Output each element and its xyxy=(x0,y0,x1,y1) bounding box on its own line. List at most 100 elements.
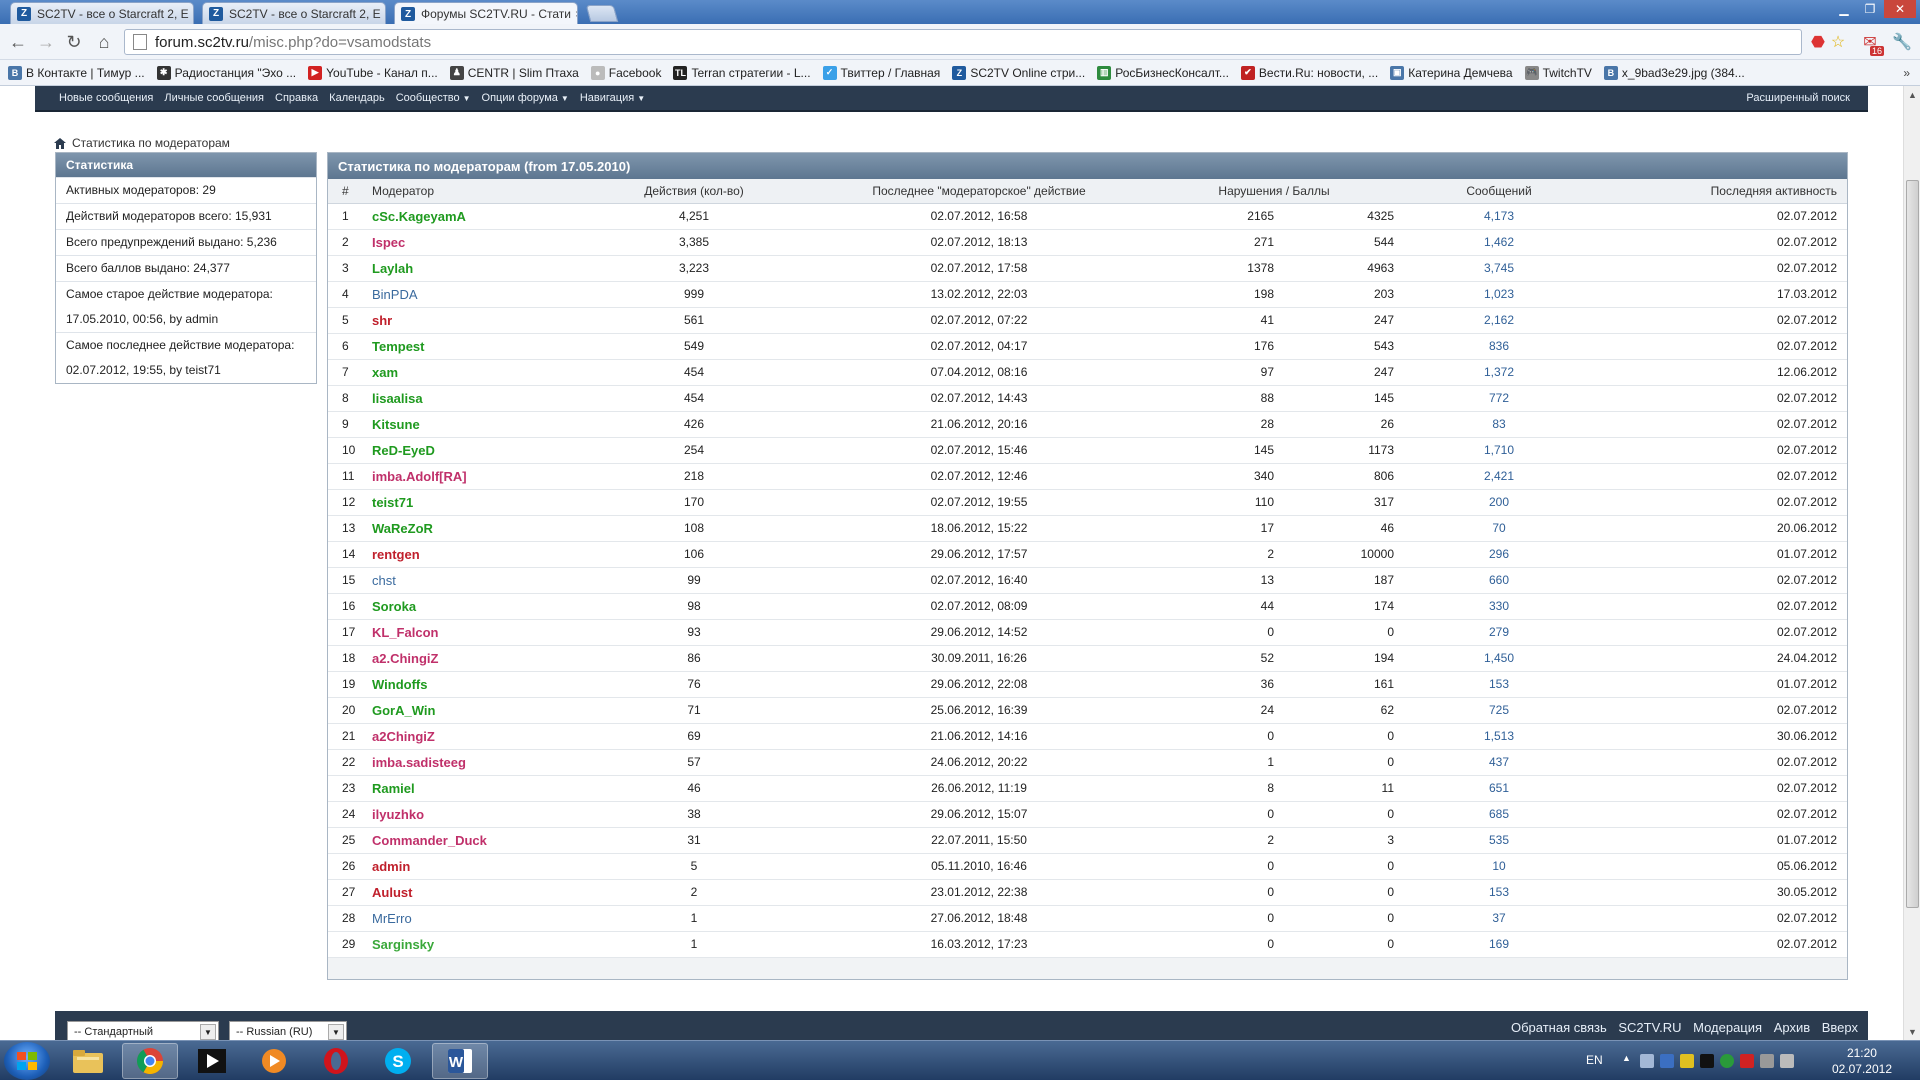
bookmark-item[interactable]: ● Facebook xyxy=(590,65,661,80)
posts-count[interactable]: 4,173 xyxy=(1484,209,1514,223)
bookmark-item[interactable]: ▶ YouTube - Канал п... xyxy=(308,65,438,80)
start-button[interactable] xyxy=(4,1042,50,1080)
bookmark-star-icon[interactable]: ☆ xyxy=(1828,32,1848,52)
bookmarks-more-icon[interactable]: » xyxy=(1903,66,1910,80)
tab-close-icon[interactable]: × xyxy=(571,7,577,21)
footer-link-top[interactable]: Вверх xyxy=(1822,1020,1858,1035)
posts-count[interactable]: 83 xyxy=(1492,417,1505,431)
moderator-name[interactable]: Ispec xyxy=(372,235,405,250)
footer-link-moderation[interactable]: Модерация xyxy=(1693,1020,1762,1035)
bookmark-item[interactable]: ▣ Катерина Демчева xyxy=(1390,65,1513,80)
tab-close-icon[interactable]: × xyxy=(381,7,386,21)
scrollbar-thumb[interactable] xyxy=(1906,180,1919,908)
posts-count[interactable]: 2,162 xyxy=(1484,313,1514,327)
posts-count[interactable]: 169 xyxy=(1489,937,1509,951)
nav-item[interactable]: Справка xyxy=(275,92,318,104)
moderator-name[interactable]: a2.ChingiZ xyxy=(372,651,438,666)
home-icon[interactable] xyxy=(54,137,66,149)
word-icon[interactable]: W xyxy=(432,1043,488,1079)
moderator-name[interactable]: Tempest xyxy=(372,339,425,354)
moderator-name[interactable]: Soroka xyxy=(372,599,416,614)
bookmark-item[interactable]: ✓ Твиттер / Главная xyxy=(822,65,940,80)
skype-icon[interactable]: S xyxy=(370,1043,426,1079)
posts-count[interactable]: 725 xyxy=(1489,703,1509,717)
posts-count[interactable]: 437 xyxy=(1489,755,1509,769)
scroll-down-icon[interactable]: ▼ xyxy=(1904,1023,1920,1040)
posts-count[interactable]: 200 xyxy=(1489,495,1509,509)
moderator-name[interactable]: admin xyxy=(372,859,410,874)
input-language[interactable]: EN xyxy=(1586,1053,1603,1067)
moderator-name[interactable]: Ramiel xyxy=(372,781,415,796)
moderator-name[interactable]: ilyuzhko xyxy=(372,807,424,822)
moderator-name[interactable]: WaReZoR xyxy=(372,521,433,536)
bookmark-item[interactable]: TL Terran стратегии - L... xyxy=(673,65,811,80)
status-tray-icon[interactable] xyxy=(1720,1054,1734,1068)
moderator-name[interactable]: MrErro xyxy=(372,911,412,926)
posts-count[interactable]: 1,450 xyxy=(1484,651,1514,665)
address-bar[interactable]: forum.sc2tv.ru/misc.php?do=vsamodstats xyxy=(124,29,1802,55)
explorer-icon[interactable] xyxy=(60,1043,116,1079)
moderator-name[interactable]: shr xyxy=(372,313,392,328)
bookmark-item[interactable]: ♟ CENTR | Slim Птаха xyxy=(449,65,579,80)
moderator-name[interactable]: teist71 xyxy=(372,495,413,510)
bookmark-item[interactable]: ✔ Вести.Ru: новости, ... xyxy=(1240,65,1378,80)
nav-item[interactable]: Сообщество ▼ xyxy=(396,92,471,104)
game-tray-icon[interactable] xyxy=(1700,1054,1714,1068)
restore-icon[interactable]: ❐ xyxy=(1858,0,1882,18)
style-select[interactable]: -- Стандартный ▼ xyxy=(67,1021,219,1040)
moderator-name[interactable]: imba.sadisteeg xyxy=(372,755,466,770)
moderator-name[interactable]: Sarginsky xyxy=(372,937,434,952)
posts-count[interactable]: 1,023 xyxy=(1484,287,1514,301)
language-select[interactable]: -- Russian (RU) ▼ xyxy=(229,1021,347,1040)
footer-link-feedback[interactable]: Обратная связь xyxy=(1511,1020,1607,1035)
volume-icon[interactable] xyxy=(1780,1054,1794,1068)
posts-count[interactable]: 1,513 xyxy=(1484,729,1514,743)
scroll-up-icon[interactable]: ▲ xyxy=(1904,86,1920,103)
nav-item[interactable]: Навигация ▼ xyxy=(580,92,645,104)
close-window-icon[interactable]: ✕ xyxy=(1884,0,1916,18)
posts-count[interactable]: 535 xyxy=(1489,833,1509,847)
bookmark-item[interactable]: В В Контакте | Тимур ... xyxy=(8,65,145,80)
posts-count[interactable]: 153 xyxy=(1489,677,1509,691)
posts-count[interactable]: 772 xyxy=(1489,391,1509,405)
moderator-name[interactable]: xam xyxy=(372,365,398,380)
moderator-name[interactable]: a2ChingiZ xyxy=(372,729,435,744)
posts-count[interactable]: 1,710 xyxy=(1484,443,1514,457)
browser-tab[interactable]: Z SC2TV - все о Starcraft 2, E × xyxy=(10,2,194,24)
footer-link-site[interactable]: SC2TV.RU xyxy=(1618,1020,1681,1035)
moderator-name[interactable]: Kitsune xyxy=(372,417,420,432)
adblock-icon[interactable]: ⬣ xyxy=(1808,32,1828,52)
language-flag-icon[interactable] xyxy=(1660,1054,1674,1068)
moderator-name[interactable]: Windoffs xyxy=(372,677,427,692)
tab-close-icon[interactable]: × xyxy=(189,7,194,21)
utility-tray-icon[interactable] xyxy=(1680,1054,1694,1068)
nav-item[interactable]: Новые сообщения xyxy=(59,92,153,104)
home-icon[interactable]: ⌂ xyxy=(92,30,116,54)
moderator-name[interactable]: BinPDA xyxy=(372,287,418,302)
moderator-name[interactable]: Laylah xyxy=(372,261,413,276)
page-scrollbar[interactable]: ▲ ▼ xyxy=(1903,86,1920,1040)
posts-count[interactable]: 3,745 xyxy=(1484,261,1514,275)
nav-item[interactable]: Календарь xyxy=(329,92,385,104)
bookmark-item[interactable]: ✱ Радиостанция "Эхо ... xyxy=(156,65,296,80)
moderator-name[interactable]: chst xyxy=(372,573,396,588)
clock[interactable]: 21:20 02.07.2012 xyxy=(1832,1045,1892,1077)
bookmark-item[interactable]: 🎮 TwitchTV xyxy=(1524,65,1592,80)
posts-count[interactable]: 330 xyxy=(1489,599,1509,613)
moderator-name[interactable]: Commander_Duck xyxy=(372,833,487,848)
opera-icon[interactable] xyxy=(308,1043,364,1079)
forward-arrow-icon[interactable]: → xyxy=(34,30,58,54)
moderator-name[interactable]: imba.Adolf[RA] xyxy=(372,469,467,484)
posts-count[interactable]: 37 xyxy=(1492,911,1505,925)
new-tab-button[interactable] xyxy=(585,5,619,22)
wrench-icon[interactable]: 🔧 xyxy=(1892,32,1912,52)
chrome-icon[interactable] xyxy=(122,1043,178,1079)
reload-icon[interactable]: ↻ xyxy=(62,30,86,54)
browser-tab[interactable]: Z SC2TV - все о Starcraft 2, E × xyxy=(202,2,386,24)
footer-link-archive[interactable]: Архив xyxy=(1774,1020,1810,1035)
network-icon[interactable] xyxy=(1640,1054,1654,1068)
nav-item[interactable]: Опции форума ▼ xyxy=(482,92,569,104)
posts-count[interactable]: 2,421 xyxy=(1484,469,1514,483)
device-tray-icon[interactable] xyxy=(1760,1054,1774,1068)
media-player-icon[interactable] xyxy=(184,1043,240,1079)
